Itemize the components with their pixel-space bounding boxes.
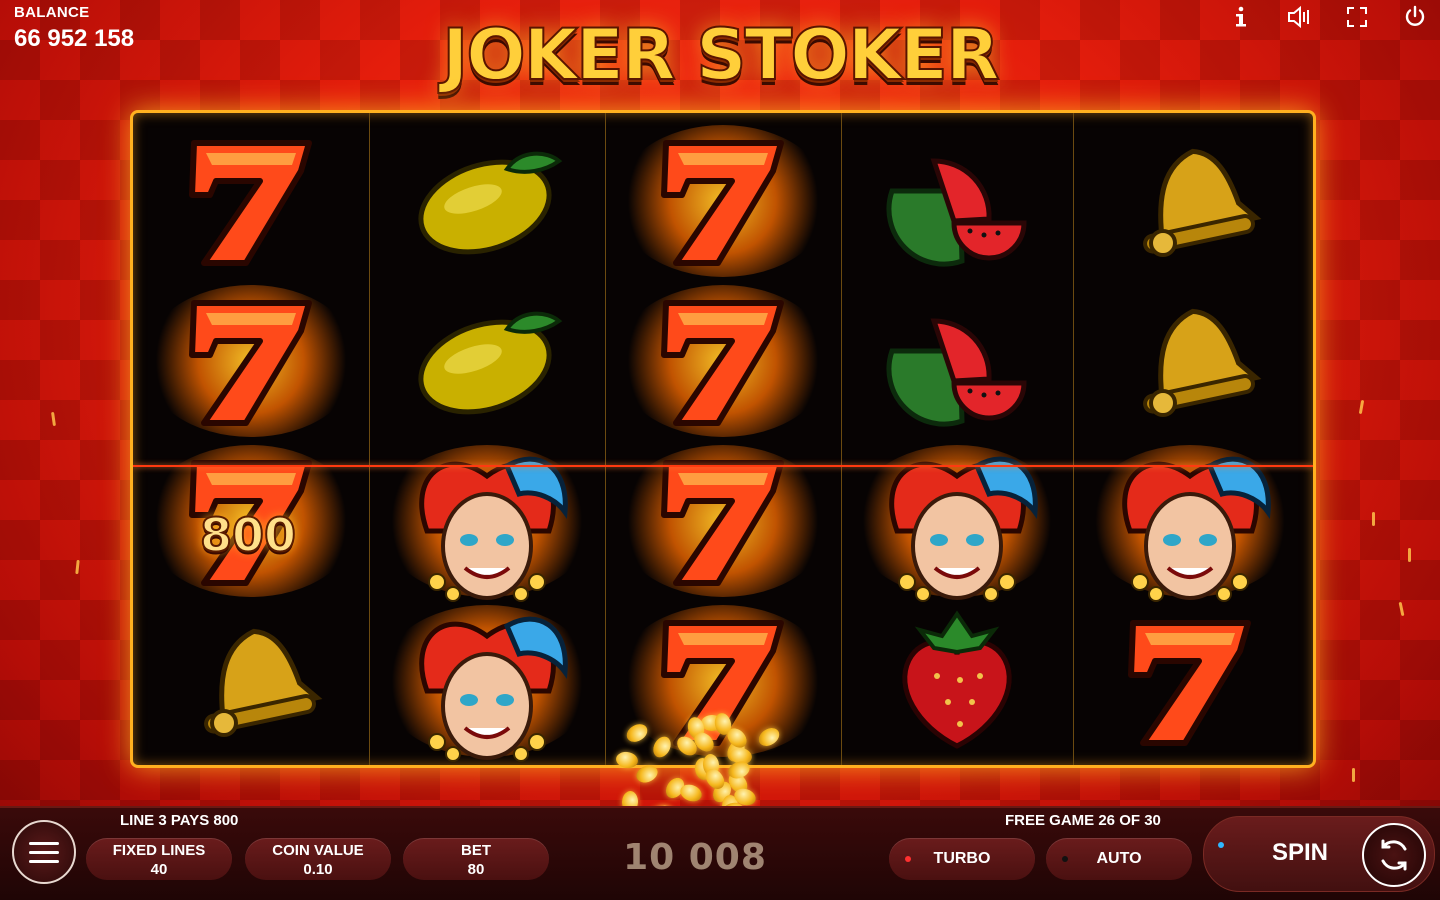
- sound-icon[interactable]: [1284, 2, 1314, 32]
- coin-icon: [709, 778, 735, 806]
- top-toolbar: [1226, 2, 1430, 32]
- line-pays-info: LINE 3 PAYS 800: [120, 812, 239, 829]
- bell-symbol: [1073, 281, 1307, 441]
- fixed-lines-value: 40: [150, 861, 168, 878]
- fixed-lines-label: FIXED LINES: [112, 842, 206, 859]
- reel-2: [369, 113, 606, 765]
- turbo-toggle[interactable]: TURBO: [889, 838, 1035, 880]
- spin-label: SPIN: [1272, 839, 1329, 866]
- bet-value: 80: [467, 861, 485, 878]
- free-game-info: FREE GAME 26 OF 30: [1005, 812, 1161, 829]
- seven-symbol: [605, 281, 841, 441]
- coin-icon: [661, 774, 688, 802]
- coin-value-value: 0.10: [303, 861, 333, 878]
- reel-3: [605, 113, 842, 765]
- lemon-symbol: [369, 281, 605, 441]
- line-win-value: 800: [199, 507, 297, 563]
- spin-indicator: [1218, 842, 1224, 848]
- spin-arrows-icon[interactable]: [1362, 823, 1426, 887]
- seven-symbol: [605, 601, 841, 761]
- lemon-symbol: [369, 121, 605, 281]
- coin-icon: [724, 769, 752, 797]
- bet-selector[interactable]: BET 80: [403, 838, 549, 880]
- turbo-indicator: [905, 856, 911, 862]
- seven-symbol: [133, 121, 369, 281]
- joker-symbol: [369, 601, 605, 762]
- fullscreen-icon[interactable]: [1342, 2, 1372, 32]
- bell-symbol: [1073, 121, 1307, 281]
- reel-4: [841, 113, 1074, 765]
- auto-indicator: [1062, 856, 1068, 862]
- coin-icon: [731, 785, 758, 809]
- seven-symbol: [1073, 601, 1307, 761]
- bell-symbol: [133, 601, 369, 761]
- seven-symbol: [133, 281, 369, 441]
- reel-1: [133, 113, 370, 765]
- turbo-label: TURBO: [933, 850, 991, 867]
- coin-icon: [678, 781, 705, 805]
- seven-symbol: [605, 121, 841, 281]
- watermelon-symbol: [841, 121, 1073, 281]
- bet-label: BET: [461, 842, 491, 859]
- game-title-logo: JOKER STOKER: [441, 13, 1001, 97]
- coin-value-selector[interactable]: COIN VALUE 0.10: [245, 838, 391, 880]
- reel-5: [1073, 113, 1307, 765]
- strawberry-symbol: [841, 601, 1073, 761]
- info-icon[interactable]: [1226, 2, 1256, 32]
- payline-3: [133, 465, 1313, 467]
- win-total-display: 10 008: [623, 837, 767, 878]
- coin-value-label: COIN VALUE: [272, 842, 364, 859]
- bottom-control-bar: LINE 3 PAYS 800 FREE GAME 26 OF 30 FIXED…: [0, 806, 1440, 900]
- fixed-lines-control: FIXED LINES 40: [86, 838, 232, 880]
- auto-toggle[interactable]: AUTO: [1046, 838, 1192, 880]
- menu-button[interactable]: [12, 820, 76, 884]
- spin-button[interactable]: SPIN: [1203, 816, 1435, 892]
- reel-frame: 800: [130, 110, 1316, 768]
- hamburger-icon: [29, 850, 59, 854]
- power-icon[interactable]: [1400, 2, 1430, 32]
- auto-label: AUTO: [1096, 850, 1142, 867]
- coin-icon: [702, 765, 729, 793]
- watermelon-symbol: [841, 281, 1073, 441]
